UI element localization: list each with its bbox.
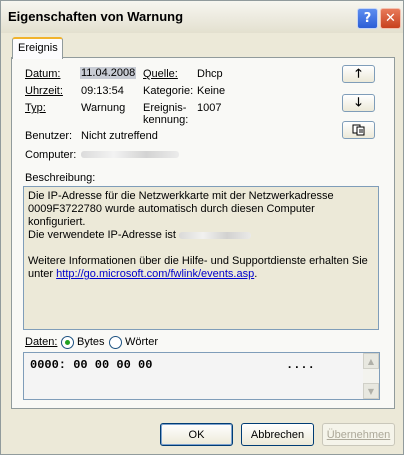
data-scrollbar[interactable]: ▲ ▼ — [363, 353, 379, 399]
copy-icon — [352, 124, 364, 136]
computer-value-redacted — [81, 151, 179, 158]
description-line-4: Weitere Informationen über die Hilfe- un… — [28, 255, 368, 267]
category-label: Kategorie: — [143, 85, 194, 97]
user-label: Benutzer: — [25, 130, 73, 142]
close-button[interactable]: ✕ — [380, 8, 401, 29]
scroll-up-icon[interactable]: ▲ — [363, 353, 379, 369]
time-label: Uhrzeit: — [25, 85, 63, 97]
tab-label: Ereignis — [18, 42, 58, 54]
arrow-up-icon: 🡑 — [355, 65, 362, 80]
words-radio-label[interactable]: Wörter — [125, 336, 158, 348]
previous-event-button[interactable]: 🡑 — [342, 65, 375, 83]
copy-button[interactable] — [342, 121, 375, 139]
ascii-row: .... — [286, 358, 315, 372]
event-properties-dialog: Eigenschaften von Warnung ? ✕ Ereignis D… — [0, 0, 404, 455]
scroll-down-icon[interactable]: ▼ — [363, 383, 379, 399]
description-line-1: Die IP-Adresse für die Netzwerkkarte mit… — [28, 190, 334, 202]
close-icon: ✕ — [385, 11, 396, 26]
date-value[interactable]: 11.04.2008 — [80, 67, 137, 79]
event-id-value[interactable]: 1007 — [197, 102, 221, 114]
data-hex-view[interactable]: 0000: 00 00 00 00 .... ▲ ▼ — [23, 352, 380, 400]
description-line-3-text: Die verwendete IP-Adresse ist — [28, 229, 176, 241]
tab-ereignis[interactable]: Ereignis — [12, 37, 63, 59]
date-label: Datum: — [25, 68, 61, 80]
cancel-button[interactable]: Abbrechen — [241, 423, 314, 446]
user-value[interactable]: Nicht zutreffend — [81, 130, 158, 142]
source-label: Quelle: — [143, 68, 178, 80]
description-line-3: Die verwendete IP-Adresse ist — [28, 229, 374, 242]
description-spacer — [28, 242, 374, 255]
ok-button-label: OK — [188, 428, 205, 441]
bytes-radio-label[interactable]: Bytes — [77, 336, 105, 348]
next-event-button[interactable]: 🡓 — [342, 94, 375, 112]
category-value[interactable]: Keine — [197, 85, 225, 97]
hex-row: 0000: 00 00 00 00 — [30, 358, 153, 372]
apply-button-label: Übernehmen — [326, 428, 391, 441]
ip-address-redacted — [179, 231, 252, 239]
ok-button[interactable]: OK — [160, 423, 233, 446]
help-link[interactable]: http://go.microsoft.com/fwlink/events.as… — [56, 268, 254, 280]
bytes-radio[interactable] — [61, 336, 74, 349]
source-value[interactable]: Dhcp — [197, 68, 223, 80]
event-id-label-line2: kennung: — [143, 114, 189, 126]
help-icon: ? — [363, 11, 372, 26]
words-radio[interactable] — [109, 336, 122, 349]
description-label: Beschreibung: — [25, 172, 96, 184]
computer-label: Computer: — [25, 149, 77, 161]
type-label: Typ: — [25, 102, 46, 114]
description-line-5-suffix: . — [254, 268, 258, 280]
apply-button[interactable]: Übernehmen — [322, 423, 395, 446]
event-id-label-line1: Ereignis- — [143, 102, 187, 114]
type-value[interactable]: Warnung — [81, 102, 125, 114]
data-label: Daten: — [25, 336, 58, 348]
time-value[interactable]: 09:13:54 — [81, 85, 124, 97]
description-line-2: 0009F3722780 wurde automatisch durch die… — [28, 203, 315, 228]
description-text-area[interactable]: Die IP-Adresse für die Netzwerkkarte mit… — [23, 186, 379, 330]
window-title: Eigenschaften von Warnung — [8, 9, 184, 24]
description-line-5: unter http://go.microsoft.com/fwlink/eve… — [28, 268, 374, 281]
arrow-down-icon: 🡓 — [355, 94, 362, 109]
description-line-5-prefix: unter — [28, 268, 54, 280]
help-button[interactable]: ? — [357, 8, 378, 29]
title-bar: Eigenschaften von Warnung ? ✕ — [1, 1, 403, 33]
cancel-button-label: Abbrechen — [250, 428, 305, 441]
